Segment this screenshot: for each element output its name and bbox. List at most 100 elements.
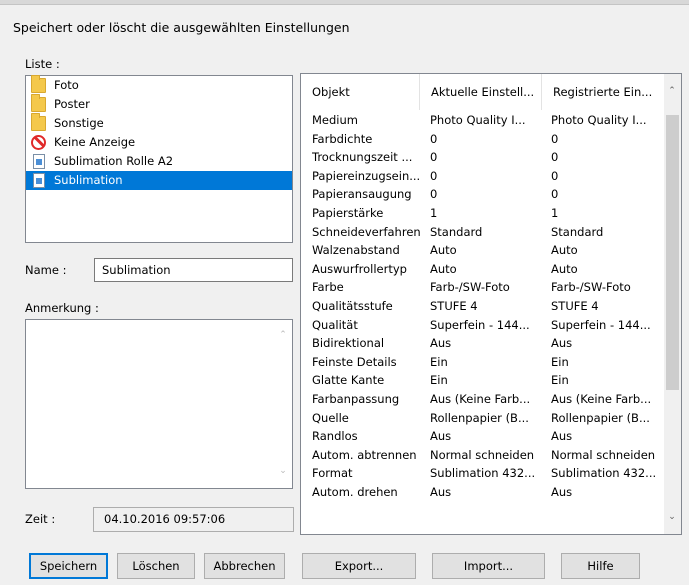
scroll-down-arrow-icon[interactable]: ⌄ <box>278 466 288 476</box>
cell-objekt: Walzenabstand <box>312 243 400 258</box>
cell-registered: Normal schneiden <box>551 447 656 462</box>
table-row[interactable]: Autom. abtrennen Normal schneiden Normal s… <box>301 446 665 465</box>
list-item-label: Sonstige <box>54 116 104 130</box>
note-scrollbar[interactable]: ⌃ ⌄ <box>275 320 292 488</box>
column-header-current[interactable]: Aktuelle Einstell... <box>419 74 542 110</box>
cell-registered: Photo Quality I... <box>551 113 647 127</box>
delete-button[interactable]: Löschen <box>117 553 195 579</box>
cell-objekt: Farbdichte <box>312 131 373 146</box>
cell-current: Aus <box>430 336 452 351</box>
list-item-label: Keine Anzeige <box>54 135 136 149</box>
list-item-label: Foto <box>54 78 79 92</box>
cell-current: Aus <box>430 429 452 444</box>
cell-objekt: Papiereinzugsein... <box>312 168 421 183</box>
document-icon <box>33 173 45 188</box>
table-row[interactable]: Qualitätsstufe STUFE 4 STUFE 4 <box>301 297 665 316</box>
list-item-poster[interactable]: Poster <box>26 94 292 114</box>
folder-icon <box>31 94 46 112</box>
cell-objekt: Glatte Kante <box>312 373 385 388</box>
list-item-sonstige[interactable]: Sonstige <box>26 113 292 133</box>
cell-current: Ein <box>430 354 448 369</box>
table-row[interactable]: Feinste Details Ein Ein <box>301 353 665 372</box>
cell-registered: Rollenpapier (B... <box>551 410 650 425</box>
table-row[interactable]: Papiereinzugsein... 0 0 <box>301 167 665 186</box>
cell-current: 0 <box>430 168 438 183</box>
name-input[interactable]: Sublimation <box>94 258 293 282</box>
table-row[interactable]: Bidirektional Aus Aus <box>301 334 665 353</box>
cell-current: Photo Quality I... <box>430 113 526 127</box>
cell-registered: 0 <box>551 168 559 183</box>
import-button[interactable]: Import... <box>432 553 545 579</box>
table-row[interactable]: Autom. drehen Aus Aus <box>301 483 665 502</box>
cell-registered: Farb-/SW-Foto <box>551 280 631 295</box>
cell-current: Aus <box>430 484 452 499</box>
settings-list[interactable]: Foto Poster Sonstige Keine Anzeige Subli… <box>25 75 293 243</box>
scroll-up-arrow-icon[interactable]: ⌃ <box>278 330 288 340</box>
cell-objekt: Trocknungszeit ... <box>312 150 413 165</box>
cell-registered: 0 <box>551 150 559 165</box>
table-row[interactable]: Walzenabstand Auto Auto <box>301 241 665 260</box>
cell-current: Superfein - 144... <box>430 317 530 332</box>
list-item-foto[interactable]: Foto <box>26 75 292 95</box>
cell-registered: STUFE 4 <box>551 298 599 313</box>
note-textarea[interactable]: ⌃ ⌄ <box>25 319 293 489</box>
cell-current: Auto <box>430 261 457 276</box>
table-row[interactable]: Qualität Superfein - 144... Superfein - 14… <box>301 316 665 335</box>
cell-objekt: Auswurfrollertyp <box>312 261 407 276</box>
cell-current: 0 <box>430 150 438 165</box>
cell-current: 1 <box>430 205 438 220</box>
table-row[interactable]: Papieransaugung 0 0 <box>301 185 665 204</box>
window-top-strip <box>0 0 689 5</box>
cell-registered: Auto <box>551 261 578 276</box>
cell-current: Sublimation 432... <box>430 466 536 481</box>
cell-objekt: Format <box>312 466 353 481</box>
column-header-registered[interactable]: Registrierte Ein... <box>541 74 665 110</box>
note-label: Anmerkung : <box>25 301 99 315</box>
settings-table[interactable]: Objekt Aktuelle Einstell... Registrierte… <box>300 73 682 535</box>
table-scrollbar[interactable]: ⌃ ⌄ <box>664 74 681 534</box>
cell-registered: 0 <box>551 187 559 202</box>
cancel-button[interactable]: Abbrechen <box>204 553 285 579</box>
cell-current: Farb-/SW-Foto <box>430 280 510 295</box>
scroll-down-arrow-icon[interactable]: ⌄ <box>667 512 677 522</box>
table-row[interactable]: Randlos Aus Aus <box>301 427 665 446</box>
list-item-label: Sublimation <box>54 173 123 187</box>
cell-current: Aus (Keine Farb... <box>430 391 531 406</box>
cell-objekt: Papierstärke <box>312 205 384 220</box>
table-row[interactable]: Schneideverfahren Standard Standard <box>301 223 665 242</box>
cell-objekt: Medium <box>312 113 358 127</box>
cell-objekt: Farbanpassung <box>312 391 400 406</box>
no-entry-icon <box>31 135 46 150</box>
cell-objekt: Farbe <box>312 280 344 295</box>
help-button[interactable]: Hilfe <box>561 553 640 579</box>
table-row[interactable]: Medium Photo Quality I... Photo Quality I.… <box>301 111 665 130</box>
table-row[interactable]: Auswurfrollertyp Auto Auto <box>301 260 665 279</box>
cell-current: 0 <box>430 131 438 146</box>
cell-current: STUFE 4 <box>430 298 478 313</box>
list-item-sublimation[interactable]: Sublimation <box>26 171 292 190</box>
scroll-thumb[interactable] <box>666 115 679 390</box>
save-button[interactable]: Speichern <box>29 553 108 579</box>
cell-current: Rollenpapier (B... <box>430 410 529 425</box>
table-row[interactable]: Glatte Kante Ein Ein <box>301 371 665 390</box>
table-row[interactable]: Farbdichte 0 0 <box>301 130 665 149</box>
cell-objekt: Qualität <box>312 317 358 332</box>
export-button[interactable]: Export... <box>302 553 416 579</box>
table-row[interactable]: Format Sublimation 432... Sublimation 432.… <box>301 464 665 483</box>
column-header-objekt[interactable]: Objekt <box>301 74 426 110</box>
scroll-up-arrow-icon[interactable]: ⌃ <box>667 86 677 96</box>
table-row[interactable]: Trocknungszeit ... 0 0 <box>301 148 665 167</box>
name-label: Name : <box>25 263 67 277</box>
folder-icon <box>31 75 46 93</box>
list-item-keine-anzeige[interactable]: Keine Anzeige <box>26 133 292 152</box>
table-row[interactable]: Quelle Rollenpapier (B... Rollenpapier (B.… <box>301 409 665 428</box>
cell-current: 0 <box>430 187 438 202</box>
cell-objekt: Qualitätsstufe <box>312 298 393 313</box>
table-row[interactable]: Farbe Farb-/SW-Foto Farb-/SW-Foto <box>301 278 665 297</box>
table-row[interactable]: Farbanpassung Aus (Keine Farb... Aus (Kein… <box>301 390 665 409</box>
table-row[interactable]: Papierstärke 1 1 <box>301 204 665 223</box>
list-item-sublimation-rolle-a2[interactable]: Sublimation Rolle A2 <box>26 152 292 171</box>
cell-current: Auto <box>430 243 457 258</box>
cell-objekt: Schneideverfahren <box>312 224 421 239</box>
cell-objekt: Autom. drehen <box>312 484 398 499</box>
